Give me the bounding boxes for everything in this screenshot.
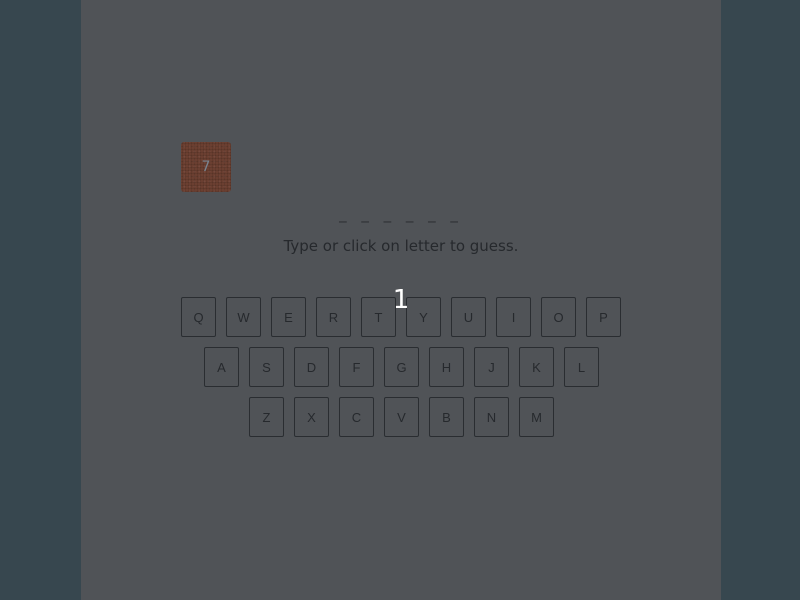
- letter-key[interactable]: B: [429, 397, 464, 437]
- keyboard-row-3: ZXCVBNM: [81, 397, 721, 437]
- letter-key[interactable]: V: [384, 397, 419, 437]
- game-panel: 7 _ _ _ _ _ _ Type or click on letter to…: [81, 0, 721, 600]
- letter-key[interactable]: Z: [249, 397, 284, 437]
- letter-key[interactable]: F: [339, 347, 374, 387]
- floating-counter: 1: [392, 285, 410, 315]
- letter-key[interactable]: K: [519, 347, 554, 387]
- letter-keyboard: QWERTYUIOP ASDFGHJKL ZXCVBNM: [81, 297, 721, 447]
- letter-key[interactable]: D: [294, 347, 329, 387]
- letter-key[interactable]: Y: [406, 297, 441, 337]
- letter-key[interactable]: N: [474, 397, 509, 437]
- letter-key[interactable]: J: [474, 347, 509, 387]
- letter-key[interactable]: L: [564, 347, 599, 387]
- letter-key[interactable]: O: [541, 297, 576, 337]
- letter-key[interactable]: P: [586, 297, 621, 337]
- letter-key[interactable]: X: [294, 397, 329, 437]
- letter-key[interactable]: H: [429, 347, 464, 387]
- letter-key[interactable]: M: [519, 397, 554, 437]
- tries-remaining-badge: 7: [181, 142, 231, 192]
- letter-key[interactable]: W: [226, 297, 261, 337]
- letter-key[interactable]: G: [384, 347, 419, 387]
- letter-key[interactable]: C: [339, 397, 374, 437]
- letter-key[interactable]: I: [496, 297, 531, 337]
- letter-key[interactable]: U: [451, 297, 486, 337]
- letter-key[interactable]: R: [316, 297, 351, 337]
- keyboard-row-2: ASDFGHJKL: [81, 347, 721, 387]
- word-blanks: _ _ _ _ _ _: [339, 205, 463, 223]
- letter-key[interactable]: E: [271, 297, 306, 337]
- letter-key[interactable]: S: [249, 347, 284, 387]
- letter-key[interactable]: Q: [181, 297, 216, 337]
- instructions-text: Type or click on letter to guess.: [283, 237, 519, 255]
- letter-key[interactable]: A: [204, 347, 239, 387]
